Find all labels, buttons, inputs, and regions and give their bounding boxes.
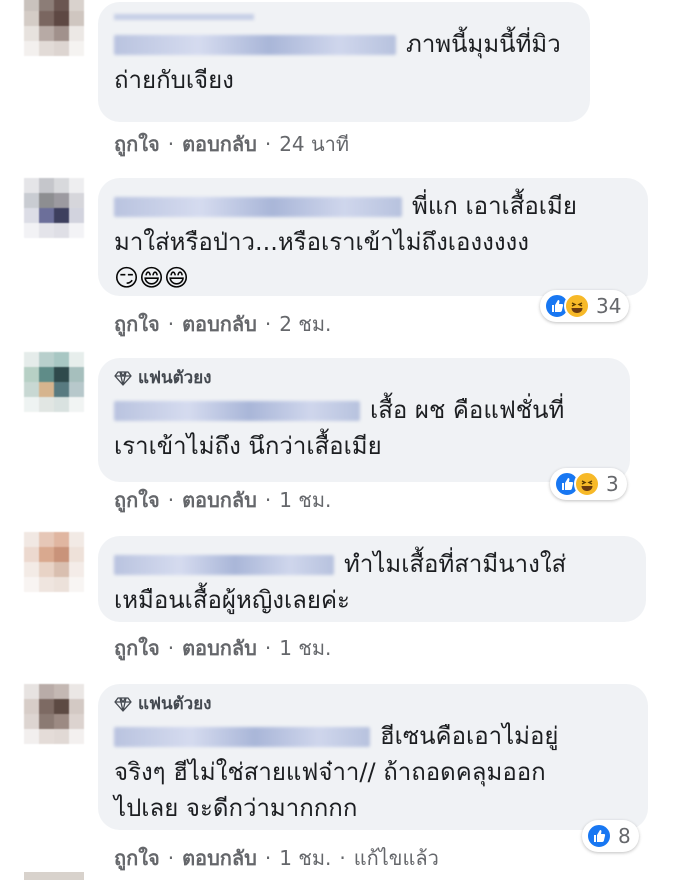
comment-actions: ถูกใจ · ตอบกลับ · 1 ชม. xyxy=(114,484,331,516)
like-link[interactable]: ถูกใจ xyxy=(114,484,160,516)
reaction-summary[interactable]: 34 xyxy=(540,290,630,322)
top-fan-badge: แฟนตัวยง xyxy=(114,366,612,390)
comment-actions: ถูกใจ · ตอบกลับ · 1 ชม. xyxy=(114,632,331,664)
avatar[interactable] xyxy=(24,532,84,592)
comment-actions: ถูกใจ · ตอบกลับ · 2 ชม. xyxy=(114,308,331,340)
reply-link[interactable]: ตอบกลับ xyxy=(182,484,257,516)
avatar[interactable] xyxy=(24,872,84,880)
comment-text-line1: ทำไมเสื้อที่สามีนางใส่ xyxy=(344,550,567,578)
commenter-name[interactable] xyxy=(114,35,396,55)
commenter-name[interactable] xyxy=(114,555,334,575)
top-fan-badge: แฟนตัวยง xyxy=(114,692,630,716)
comment-bubble: ภาพนี้มุมนี้ที่มิว ถ่ายกับเจียง xyxy=(98,2,590,122)
comment-text-line1: ฮีเซนคือเอาไม่อยู่ xyxy=(380,722,559,750)
reaction-count: 8 xyxy=(618,824,631,848)
like-link[interactable]: ถูกใจ xyxy=(114,128,160,160)
reply-link[interactable]: ตอบกลับ xyxy=(182,308,257,340)
reply-link[interactable]: ตอบกลับ xyxy=(182,842,257,874)
commenter-name-redacted[interactable] xyxy=(114,14,254,20)
timestamp[interactable]: 2 ชม. xyxy=(279,308,331,340)
like-link[interactable]: ถูกใจ xyxy=(114,842,160,874)
comment-text: จริงๆ ฮีไม่ใช่สายแฟจ๋าา// ถ้าถอดคลุมออก … xyxy=(114,758,546,822)
comment-bubble: ทำไมเสื้อที่สามีนางใส่ เหมือนเสื้อผู้หญิ… xyxy=(98,536,646,622)
comment-actions: ถูกใจ · ตอบกลับ · 24 นาที xyxy=(114,128,349,160)
like-icon xyxy=(586,823,612,849)
like-link[interactable]: ถูกใจ xyxy=(114,632,160,664)
comment-text-line1: ภาพนี้มุมนี้ที่มิว xyxy=(406,30,561,58)
timestamp[interactable]: 24 นาที xyxy=(279,128,349,160)
comment-text-line1: พี่แก เอาเสื้อเมีย xyxy=(412,192,577,220)
haha-icon xyxy=(574,471,600,497)
reaction-count: 3 xyxy=(606,472,619,496)
comment-text: ถ่ายกับเจียง xyxy=(114,66,234,94)
reply-link[interactable]: ตอบกลับ xyxy=(182,128,257,160)
badge-label: แฟนตัวยง xyxy=(138,368,212,388)
edited-label[interactable]: แก้ไขแล้ว xyxy=(354,842,439,874)
commenter-name[interactable] xyxy=(114,401,360,421)
avatar[interactable] xyxy=(24,684,84,744)
comment-actions: ถูกใจ · ตอบกลับ · 1 ชม. · แก้ไขแล้ว xyxy=(114,842,439,874)
comment-bubble: พี่แก เอาเสื้อเมีย มาใส่หรือป่าว...หรือเ… xyxy=(98,178,648,296)
timestamp[interactable]: 1 ชม. xyxy=(279,842,331,874)
like-link[interactable]: ถูกใจ xyxy=(114,308,160,340)
comment-bubble: แฟนตัวยง เสื้อ ผช คือแฟชั่นที่ เราเข้าไม… xyxy=(98,358,630,482)
comment-text: เหมือนเสื้อผู้หญิงเลยค่ะ xyxy=(114,586,350,614)
diamond-icon xyxy=(114,697,132,712)
avatar[interactable] xyxy=(24,178,84,238)
comment-text: มาใส่หรือป่าว...หรือเราเข้าไม่ถึงเองงงงง xyxy=(114,228,529,256)
comment-bubble: แฟนตัวยง ฮีเซนคือเอาไม่อยู่ จริงๆ ฮีไม่ใ… xyxy=(98,684,648,830)
comment-text: เราเข้าไม่ถึง นึกว่าเสื้อเมีย xyxy=(114,432,382,460)
reply-link[interactable]: ตอบกลับ xyxy=(182,632,257,664)
reaction-summary[interactable]: 3 xyxy=(550,468,627,500)
timestamp[interactable]: 1 ชม. xyxy=(279,632,331,664)
reaction-summary[interactable]: 8 xyxy=(582,820,639,852)
haha-icon xyxy=(564,293,590,319)
badge-label: แฟนตัวยง xyxy=(138,694,212,714)
reaction-count: 34 xyxy=(596,294,622,318)
commenter-name[interactable] xyxy=(114,197,402,217)
avatar[interactable] xyxy=(24,0,84,56)
diamond-icon xyxy=(114,371,132,386)
avatar[interactable] xyxy=(24,352,84,412)
timestamp[interactable]: 1 ชม. xyxy=(279,484,331,516)
commenter-name[interactable] xyxy=(114,727,370,747)
comment-text-line1: เสื้อ ผช คือแฟชั่นที่ xyxy=(370,396,565,424)
